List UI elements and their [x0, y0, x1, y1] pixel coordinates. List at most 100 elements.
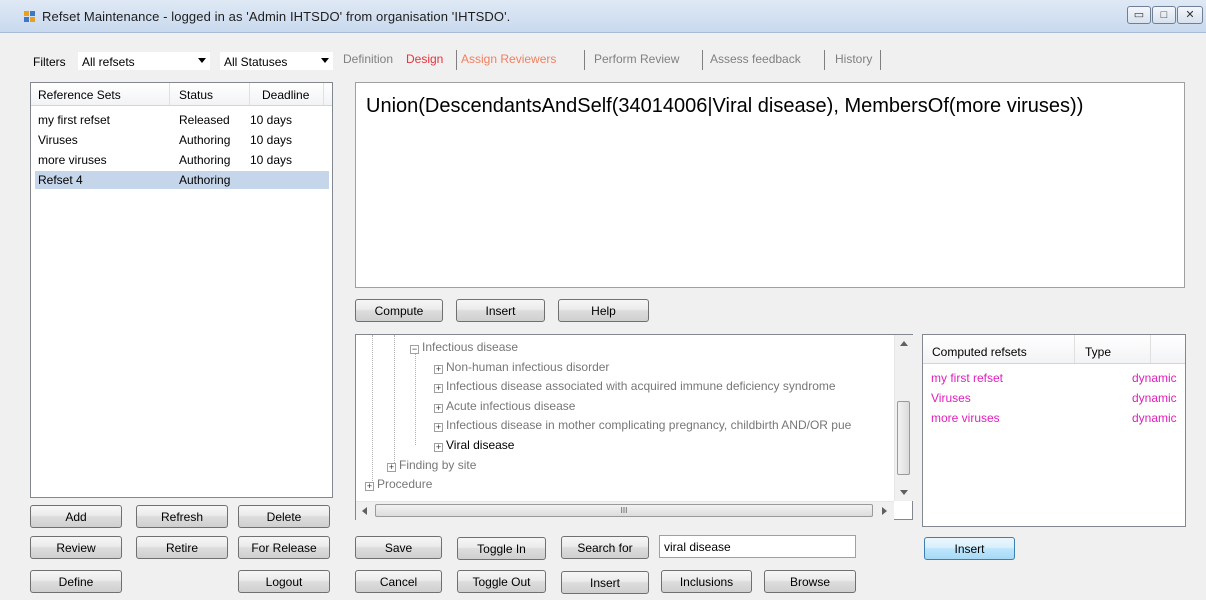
- tree-item[interactable]: + Infectious disease in mother complicati…: [434, 418, 851, 432]
- computed-refsets-header: Computed refsets Type: [923, 335, 1185, 364]
- expression-editor[interactable]: Union(DescendantsAndSelf(34014006|Viral …: [355, 82, 1185, 288]
- expression-text: Union(DescendantsAndSelf(34014006|Viral …: [366, 95, 1084, 117]
- computed-refset-name: my first refset: [931, 371, 1004, 385]
- refset-filter-value: All refsets: [82, 55, 135, 69]
- retire-button[interactable]: Retire: [136, 536, 228, 559]
- horizontal-scrollbar[interactable]: III: [356, 501, 894, 520]
- column-header-type[interactable]: Type: [1085, 345, 1111, 359]
- toggle-out-button[interactable]: Toggle Out: [457, 570, 546, 593]
- minimize-button[interactable]: ▭: [1127, 6, 1151, 24]
- tree-item-label: Infectious disease associated with acqui…: [446, 379, 836, 393]
- refset-deadline: 10 days: [250, 153, 293, 167]
- expand-icon[interactable]: +: [434, 404, 443, 413]
- browse-button[interactable]: Browse: [764, 570, 856, 593]
- tree-item[interactable]: + Acute infectious disease: [434, 399, 575, 413]
- expand-icon[interactable]: +: [434, 443, 443, 452]
- vertical-scrollbar[interactable]: [894, 335, 913, 501]
- computed-refset-type: dynamic: [1132, 391, 1177, 405]
- table-row[interactable]: my first refset Released 10 days: [35, 112, 329, 128]
- maximize-button[interactable]: □: [1152, 6, 1176, 24]
- refset-list[interactable]: Reference Sets Status Deadline my first …: [30, 82, 333, 498]
- refset-name: my first refset: [38, 113, 111, 127]
- tree-viewport: − Infectious disease + Non-human infectiou…: [356, 335, 894, 501]
- review-button[interactable]: Review: [30, 536, 122, 559]
- define-button[interactable]: Define: [30, 570, 122, 593]
- tree-item[interactable]: + Procedure: [365, 477, 432, 491]
- tab-perform-review[interactable]: Perform Review: [594, 48, 679, 72]
- cancel-button[interactable]: Cancel: [355, 570, 442, 593]
- tree-item[interactable]: + Non-human infectious disorder: [434, 360, 609, 374]
- scroll-right-icon[interactable]: [882, 507, 887, 515]
- expand-icon[interactable]: +: [434, 365, 443, 374]
- table-row[interactable]: Viruses Authoring 10 days: [35, 132, 329, 148]
- logout-button[interactable]: Logout: [238, 570, 330, 593]
- tree-item-label: Viral disease: [446, 438, 515, 452]
- tree-item-label: Non-human infectious disorder: [446, 360, 610, 374]
- chevron-down-icon: [198, 58, 206, 63]
- close-button[interactable]: ✕: [1177, 6, 1203, 24]
- insert-expression-button[interactable]: Insert: [456, 299, 545, 322]
- inclusions-button[interactable]: Inclusions: [661, 570, 752, 593]
- scroll-thumb[interactable]: [897, 401, 910, 475]
- column-header-status[interactable]: Status: [179, 88, 213, 102]
- delete-button[interactable]: Delete: [238, 505, 330, 528]
- table-row[interactable]: more viruses dynamic: [927, 410, 1181, 426]
- computed-refsets-list[interactable]: Computed refsets Type my first refset dy…: [922, 334, 1186, 527]
- save-button[interactable]: Save: [355, 536, 442, 559]
- refset-filter-select[interactable]: All refsets: [77, 51, 211, 71]
- status-filter-select[interactable]: All Statuses: [219, 51, 334, 71]
- tab-history[interactable]: History: [835, 48, 872, 72]
- minimize-icon: ▭: [1133, 9, 1145, 21]
- table-row-selected[interactable]: Refset 4 Authoring: [35, 171, 329, 189]
- refset-list-header: Reference Sets Status Deadline: [31, 83, 332, 106]
- computed-refset-name: Viruses: [931, 391, 971, 405]
- tree-item-viral-disease[interactable]: + Viral disease: [434, 438, 514, 452]
- title-bar[interactable]: Refset Maintenance - logged in as 'Admin…: [0, 0, 1206, 33]
- table-row[interactable]: more viruses Authoring 10 days: [35, 152, 329, 168]
- column-header-deadline[interactable]: Deadline: [262, 88, 309, 102]
- tab-assign-reviewers[interactable]: Assign Reviewers: [461, 48, 556, 72]
- search-for-button[interactable]: Search for: [561, 536, 649, 559]
- collapse-icon[interactable]: −: [410, 345, 419, 354]
- tab-design[interactable]: Design: [406, 48, 443, 72]
- h-scroll-thumb[interactable]: III: [375, 504, 873, 517]
- scroll-left-icon[interactable]: [362, 507, 367, 515]
- computed-refset-name: more viruses: [931, 411, 1000, 425]
- compute-button[interactable]: Compute: [355, 299, 443, 322]
- expand-icon[interactable]: +: [434, 423, 443, 432]
- refset-deadline: 10 days: [250, 133, 293, 147]
- tree-item[interactable]: + Infectious disease associated with acqu…: [434, 379, 836, 393]
- column-header-reference-sets[interactable]: Reference Sets: [38, 88, 121, 102]
- column-header-computed-refsets[interactable]: Computed refsets: [932, 345, 1027, 359]
- expand-icon[interactable]: +: [365, 482, 374, 491]
- insert-computed-refset-button[interactable]: Insert: [924, 537, 1015, 560]
- window-title: Refset Maintenance - logged in as 'Admin…: [42, 9, 511, 24]
- scroll-down-icon[interactable]: [900, 490, 908, 495]
- refset-status: Authoring: [179, 153, 231, 167]
- table-row[interactable]: Viruses dynamic: [927, 390, 1181, 406]
- computed-refset-type: dynamic: [1132, 371, 1177, 385]
- insert-concept-button[interactable]: Insert: [561, 571, 649, 594]
- refset-status: Authoring: [179, 133, 231, 147]
- tree-item-label: Infectious disease: [422, 340, 519, 354]
- tab-assess-feedback[interactable]: Assess feedback: [710, 48, 801, 72]
- toggle-in-button[interactable]: Toggle In: [457, 537, 546, 560]
- help-button[interactable]: Help: [558, 299, 649, 322]
- tab-definition[interactable]: Definition: [343, 48, 393, 72]
- tree-item[interactable]: + Finding by site: [387, 458, 476, 472]
- for-release-button[interactable]: For Release: [238, 536, 330, 559]
- app-icon: [24, 11, 35, 22]
- expand-icon[interactable]: +: [434, 384, 443, 393]
- close-icon: ✕: [1185, 9, 1195, 21]
- add-button[interactable]: Add: [30, 505, 122, 528]
- expand-icon[interactable]: +: [387, 463, 396, 472]
- search-input[interactable]: [659, 535, 856, 558]
- refset-name: more viruses: [38, 153, 107, 167]
- refresh-button[interactable]: Refresh: [136, 505, 228, 528]
- grip-icon: III: [620, 506, 628, 515]
- refset-maintenance-window: Refset Maintenance - logged in as 'Admin…: [0, 0, 1206, 600]
- concept-tree[interactable]: − Infectious disease + Non-human infectiou…: [355, 334, 913, 520]
- table-row[interactable]: my first refset dynamic: [927, 370, 1181, 386]
- tree-item[interactable]: − Infectious disease: [410, 340, 518, 354]
- scroll-up-icon[interactable]: [900, 341, 908, 346]
